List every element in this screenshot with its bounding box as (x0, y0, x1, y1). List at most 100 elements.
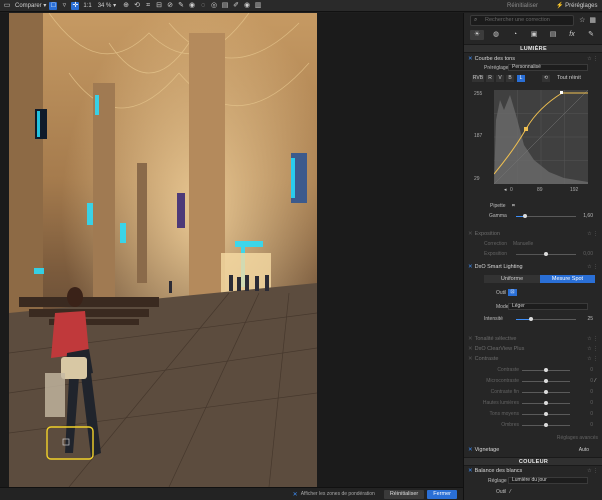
tone-preset-label: Préréglage (484, 65, 509, 71)
local-adjust-icon[interactable]: ◌ (199, 2, 207, 10)
magic-wand-icon[interactable]: ⁄ (595, 377, 596, 385)
intensity-value[interactable]: 25 (577, 315, 593, 323)
search-icon: ⌕ (474, 17, 478, 23)
compare-button[interactable]: Comparer ▾ (15, 2, 46, 10)
brush-icon[interactable]: ✐ (232, 2, 240, 10)
spot-mode-button[interactable]: Mesure Spot (540, 275, 595, 283)
tone-curve-header[interactable]: ✕ Courbe des tons ☆ ⋮ (464, 55, 602, 63)
brush-tab-icon[interactable]: ✎ (584, 30, 598, 40)
cathedral-photo (9, 13, 317, 487)
gamma-slider[interactable] (516, 214, 576, 218)
lumiere-header[interactable]: LUMIÈRE (464, 44, 602, 53)
search-input[interactable]: ⌕ Rechercher une correction (470, 15, 574, 26)
exposure-slider[interactable] (516, 252, 576, 256)
pipette-label: Pipette (490, 203, 506, 209)
wb-eyedropper-icon[interactable]: ⁄ (510, 488, 511, 496)
fx-tab-icon[interactable]: fx (565, 30, 579, 40)
zones-checkbox[interactable]: ✕ (293, 491, 298, 498)
x-input-192[interactable]: 192 (570, 187, 578, 193)
x-input-89[interactable]: 89 (537, 187, 543, 193)
crop-icon[interactable]: ⌗ (144, 2, 152, 10)
highlights-slider[interactable] (522, 401, 570, 405)
exposure-header[interactable]: ✕ Exposition ☆ ⋮ (464, 230, 602, 238)
fine-contrast-row: Contraste fin 0 (490, 389, 593, 395)
face-tool-row: Outil ⊡ (464, 289, 602, 297)
fine-contrast-slider[interactable] (522, 390, 570, 394)
y-tick-29: 29 (474, 176, 480, 182)
wb-preset-dropdown[interactable]: Lumière du jour (508, 477, 588, 484)
clearview-header[interactable]: ✕ DxO ClearView Plus ☆ ⋮ (464, 345, 602, 353)
grid-icon[interactable]: ▦ (589, 16, 596, 24)
palette-tabs: ☀ ◍ ◔ ▣ ▤ fx ✎ (470, 29, 598, 40)
single-view-icon[interactable]: □ (49, 1, 58, 10)
red-eye-icon[interactable]: ◎ (210, 2, 218, 10)
vignetting-header[interactable]: ✕ Vignetage Auto (464, 446, 602, 454)
smart-mode-dropdown[interactable]: Léger (508, 303, 588, 310)
midtones-slider[interactable] (522, 412, 570, 416)
correction-row: Correction Manuelle (484, 240, 534, 248)
star-icon[interactable]: ☆ (579, 16, 585, 24)
compare-icon[interactable]: ▭ (3, 2, 11, 10)
y-tick-255: 255 (474, 91, 483, 97)
geometry-tab-icon[interactable]: ▣ (527, 30, 541, 40)
photo-preview[interactable] (9, 13, 317, 487)
y-tick-187: 187 (474, 133, 483, 139)
split-view-icon[interactable]: ▿ (60, 2, 68, 10)
channel-v[interactable]: V (496, 75, 504, 82)
move-icon[interactable]: ✛ (71, 1, 80, 10)
selective-tone-header[interactable]: ✕ Tonalité sélective ☆ ⋮ (464, 335, 602, 343)
contrast-slider[interactable] (522, 368, 570, 372)
zoom-level-dropdown[interactable]: 34 % ▾ (98, 2, 116, 10)
zoom-icon[interactable]: ⊕ (122, 2, 130, 10)
watermark-tab-icon[interactable]: ▤ (546, 30, 560, 40)
histogram-icon[interactable]: ▥ (254, 2, 262, 10)
zones-label: Afficher les zones de pondération (300, 491, 375, 497)
curve-svg (493, 89, 589, 185)
exposure-row: Exposition 0,00 (484, 250, 593, 258)
x-input-0[interactable]: 0 (510, 187, 513, 193)
shadows-slider[interactable] (522, 423, 570, 427)
zoom-1-1-button[interactable]: 1:1 (83, 3, 91, 9)
light-tab-icon[interactable]: ☀ (470, 29, 484, 40)
pipette-icon[interactable]: ⌗ (512, 202, 515, 210)
bottom-bar: ✕ Afficher les zones de pondération Réin… (0, 487, 463, 500)
channel-l[interactable]: L (517, 75, 525, 82)
exposure-value[interactable]: 0,00 (577, 250, 593, 258)
reset-all-button[interactable]: Tout réinit (557, 75, 581, 82)
tone-curve-graph[interactable] (493, 89, 589, 185)
advanced-settings-checkbox[interactable]: Réglages avancés (548, 434, 598, 442)
correction-dropdown[interactable]: Manuelle (513, 240, 533, 248)
curve-reset-icon[interactable]: ⟲ (542, 75, 550, 82)
detail-tab-icon[interactable]: ◔ (508, 30, 522, 40)
highlights-row: Hautes lumières 0 (482, 400, 593, 406)
eyedropper-icon[interactable]: ⊘ (166, 2, 174, 10)
intensity-row: Intensité 25 (484, 315, 593, 323)
microcontrast-slider[interactable] (522, 379, 570, 383)
uniform-mode-button[interactable]: Uniforme (484, 275, 540, 283)
channel-b[interactable]: B (506, 75, 514, 82)
rotate-icon[interactable]: ⟲ (133, 2, 141, 10)
contrast-header[interactable]: ✕ Contraste ☆ ⋮ (464, 355, 602, 363)
shadows-row: Ombres 0 (501, 422, 593, 428)
mask-icon[interactable]: ◉ (188, 2, 196, 10)
channel-rvb[interactable]: RVB (472, 75, 484, 82)
gamma-value[interactable]: 1,60 (577, 212, 593, 220)
horizon-icon[interactable]: ⊟ (155, 2, 163, 10)
color-tab-icon[interactable]: ◍ (489, 30, 503, 40)
microcontrast-row: Microcontraste 0 ⁄ (486, 377, 596, 385)
top-presets-button[interactable]: ⚡ Préréglages (556, 2, 598, 10)
reset-button[interactable]: Réinitialiser (383, 489, 425, 499)
gradient-icon[interactable]: ▤ (221, 2, 229, 10)
intensity-slider[interactable] (516, 317, 576, 321)
preview-eye-icon[interactable]: ◉ (243, 2, 251, 10)
retouch-icon[interactable]: ✎ (177, 2, 185, 10)
channel-r[interactable]: R (486, 75, 494, 82)
smart-lighting-header[interactable]: ✕ DxO Smart Lighting ☆ ⋮ (464, 263, 602, 271)
close-button[interactable]: Fermer (427, 489, 457, 499)
top-reset-button[interactable]: Réinitialiser (507, 3, 538, 9)
tone-preset-dropdown[interactable]: Personnalisé (508, 64, 588, 71)
white-balance-header[interactable]: ✕ Balance des blancs ☆ ⋮ (464, 467, 602, 475)
wb-preset-row: Réglage Lumière du jour (464, 477, 602, 485)
couleur-header[interactable]: COULEUR (464, 457, 602, 466)
face-tool-icon[interactable]: ⊡ (508, 289, 517, 296)
